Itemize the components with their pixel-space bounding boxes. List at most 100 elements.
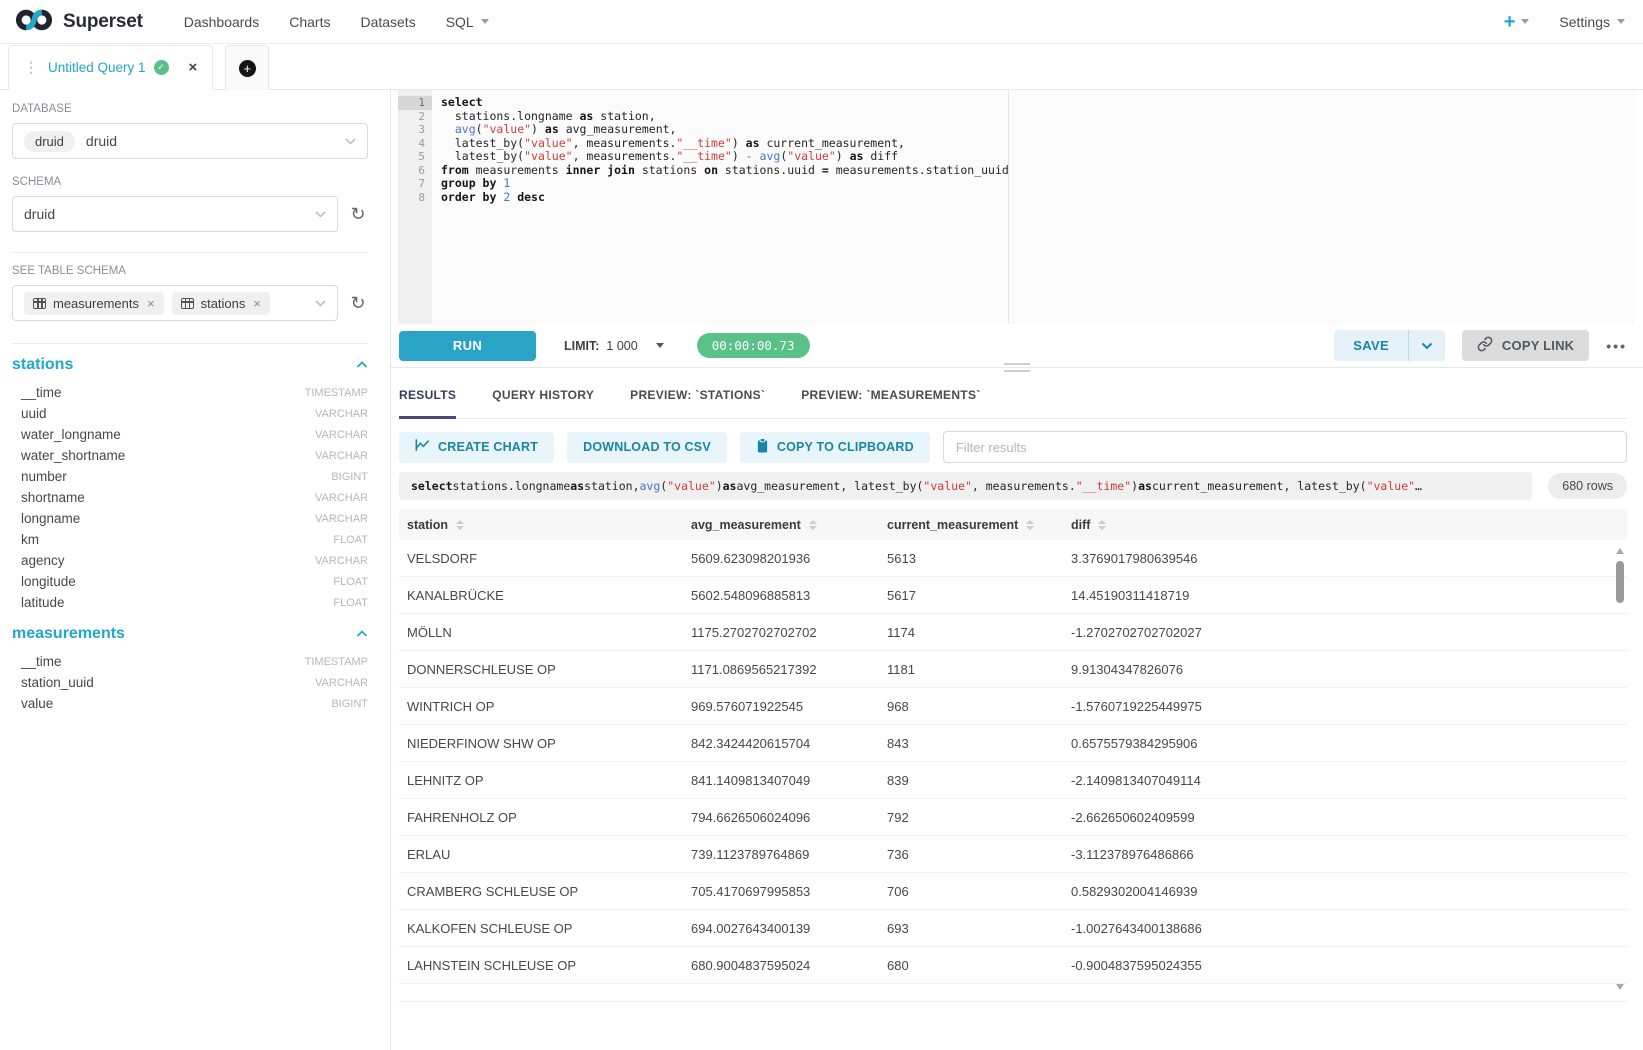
editor-gutter: 12345678: [398, 90, 432, 324]
column-header-avg_measurement[interactable]: avg_measurement: [683, 518, 879, 532]
nav-item-charts[interactable]: Charts: [289, 14, 330, 30]
more-actions-button[interactable]: •••: [1606, 338, 1627, 354]
run-button[interactable]: RUN: [399, 331, 536, 361]
code-line: select: [441, 96, 1635, 110]
table-cell: VELSDORF: [399, 551, 683, 566]
add-icon: +: [239, 60, 256, 77]
sql-token: stations: [635, 163, 704, 177]
table-cell: MÖLLN: [399, 625, 683, 640]
remove-chip-icon[interactable]: ×: [147, 296, 155, 311]
nav-item-datasets[interactable]: Datasets: [360, 14, 415, 30]
copy-link-label: COPY LINK: [1502, 338, 1574, 353]
schema-table-header-measurements: measurements: [12, 625, 368, 643]
table-cell: 705.4170697995853: [683, 884, 879, 899]
copy-link-button[interactable]: COPY LINK: [1462, 330, 1589, 361]
sql-code-editor[interactable]: 12345678 select stations.longname as sta…: [398, 90, 1635, 324]
results-table: stationavg_measurementcurrent_measuremen…: [399, 509, 1627, 1002]
brand-name: Superset: [63, 11, 143, 33]
column-header-current_measurement[interactable]: current_measurement: [879, 518, 1063, 532]
sql-token: station,: [593, 109, 655, 123]
table-icon: [33, 298, 46, 309]
results-scrollbar[interactable]: [1614, 540, 1627, 998]
header-label: diff: [1071, 518, 1090, 532]
chevron-up-icon[interactable]: [356, 630, 368, 638]
editor-code-area[interactable]: select stations.longname as station, avg…: [432, 90, 1635, 324]
close-tab-icon[interactable]: ×: [189, 59, 198, 76]
sql-token: current_measurement,: [760, 136, 905, 150]
schema-select[interactable]: druid: [12, 196, 338, 232]
table-cell: LAHNSTEIN SCHLEUSE OP: [399, 958, 683, 973]
column-name: value: [21, 696, 53, 711]
table-cell: 739.1123789764869: [683, 847, 879, 862]
schema-table-name: stations: [12, 356, 73, 374]
code-line: order by 2 desc: [441, 191, 1635, 205]
sort-down-icon: [1098, 526, 1106, 530]
column-header-station[interactable]: station: [399, 518, 683, 532]
sql-token: ): [732, 136, 746, 150]
pane-resize-grip[interactable]: [1004, 363, 1030, 372]
column-name: km: [21, 532, 39, 547]
save-split-button: SAVE: [1334, 330, 1445, 361]
table-cell: 736: [879, 847, 1063, 862]
copy-clipboard-button[interactable]: COPY TO CLIPBOARD: [740, 432, 930, 463]
executed-query-preview: select stations.longname as station, avg…: [399, 472, 1532, 500]
limit-dropdown[interactable]: LIMIT: 1 000: [564, 339, 664, 353]
refresh-tables-icon[interactable]: ↻: [348, 294, 368, 312]
database-select[interactable]: druid druid: [12, 123, 368, 159]
table-cell: 794.6626506024096: [683, 810, 879, 825]
scroll-up-icon[interactable]: [1616, 548, 1624, 554]
sql-token: stations.longname: [453, 479, 571, 493]
table-cell: DONNERSCHLEUSE OP: [399, 662, 683, 677]
scrollbar-thumb[interactable]: [1616, 561, 1624, 603]
new-query-tab-button[interactable]: +: [225, 45, 269, 90]
remove-chip-icon[interactable]: ×: [253, 296, 261, 311]
new-menu-button[interactable]: +: [1504, 12, 1530, 32]
table-chip-measurements[interactable]: measurements×: [24, 292, 164, 315]
tab-untitled-query[interactable]: ⋮ Untitled Query 1 ✓ ×: [8, 45, 213, 90]
sql-token: station,: [584, 479, 639, 493]
results-tab[interactable]: RESULTS: [399, 378, 456, 419]
filter-results-input[interactable]: [943, 431, 1627, 463]
results-tab[interactable]: PREVIEW: `MEASUREMENTS`: [801, 378, 980, 418]
sort-icon: [456, 520, 464, 530]
query-preview-row: select stations.longname as station, avg…: [399, 472, 1627, 500]
nav-item-dashboards[interactable]: Dashboards: [184, 14, 260, 30]
nav-item-sql[interactable]: SQL: [446, 14, 489, 30]
scroll-down-icon[interactable]: [1616, 984, 1624, 990]
save-options-button[interactable]: [1409, 330, 1445, 361]
column-name: longname: [21, 511, 80, 526]
table-cell: 1175.2702702702702: [683, 625, 879, 640]
superset-brand[interactable]: Superset: [14, 7, 143, 36]
drag-grip-icon[interactable]: ⋮: [24, 59, 38, 76]
column-name: number: [21, 469, 67, 484]
column-type: VARCHAR: [315, 429, 368, 441]
table-cell: 14.45190311418719: [1063, 588, 1627, 603]
success-check-icon: ✓: [154, 60, 169, 75]
column-name: station_uuid: [21, 675, 94, 690]
table-row: LEHNITZ OP841.1409813407049839-2.1409813…: [399, 762, 1627, 799]
download-csv-button[interactable]: DOWNLOAD TO CSV: [567, 432, 727, 463]
sql-token: "value": [1367, 479, 1415, 493]
sql-token: , measurements.: [972, 479, 1076, 493]
results-tab[interactable]: QUERY HISTORY: [492, 378, 594, 418]
refresh-schemas-icon[interactable]: ↻: [348, 205, 368, 223]
sql-token: …: [1415, 479, 1422, 493]
sql-token: group by: [441, 176, 496, 190]
create-chart-button[interactable]: CREATE CHART: [399, 432, 554, 463]
sql-token: 1: [503, 176, 510, 190]
settings-label: Settings: [1559, 14, 1610, 30]
results-tab[interactable]: PREVIEW: `STATIONS`: [630, 378, 765, 418]
table-cell: -1.0027643400138686: [1063, 921, 1627, 936]
column-header-diff[interactable]: diff: [1063, 518, 1627, 532]
sql-token: latest_by(: [441, 149, 524, 163]
table-chip-stations[interactable]: stations×: [172, 292, 270, 315]
line-number: 2: [398, 110, 432, 124]
column-type: VARCHAR: [315, 492, 368, 504]
code-line: avg("value") as avg_measurement,: [441, 123, 1635, 137]
table-schema-select[interactable]: measurements× stations×: [12, 285, 338, 321]
schema-label: SCHEMA: [12, 176, 368, 188]
table-cell: KANALBRÜCKE: [399, 588, 683, 603]
chevron-up-icon[interactable]: [356, 361, 368, 369]
save-button[interactable]: SAVE: [1334, 330, 1408, 361]
settings-menu-button[interactable]: Settings: [1559, 14, 1625, 30]
